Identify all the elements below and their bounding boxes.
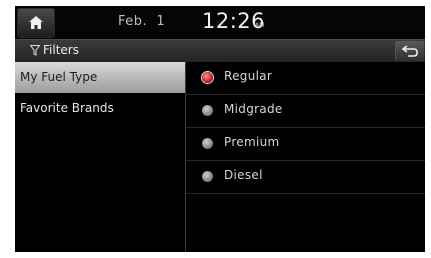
- option-premium[interactable]: Premium: [186, 128, 425, 161]
- back-button[interactable]: [395, 41, 424, 61]
- fuel-type-options: Regular Midgrade Premium Diesel: [186, 62, 425, 252]
- filter-menu: My Fuel Type Favorite Brands: [15, 62, 186, 252]
- radio-unselected-icon: [202, 171, 213, 182]
- clock-display: 12:26: [202, 9, 266, 33]
- option-label: Premium: [224, 135, 280, 149]
- option-diesel[interactable]: Diesel: [186, 161, 425, 194]
- page-title: Filters: [43, 43, 79, 57]
- option-label: Midgrade: [224, 102, 283, 116]
- title-bar: Filters: [15, 39, 425, 62]
- option-label: Diesel: [224, 168, 263, 182]
- home-button[interactable]: [17, 8, 55, 38]
- date-display: Feb. 1: [118, 14, 166, 29]
- filter-icon: [30, 45, 40, 56]
- option-label: Regular: [224, 69, 273, 83]
- radio-selected-icon: [202, 72, 213, 83]
- option-midgrade[interactable]: Midgrade: [186, 95, 425, 128]
- menu-item-favorite-brands[interactable]: Favorite Brands: [15, 93, 185, 124]
- radio-unselected-icon: [202, 138, 213, 149]
- radio-unselected-icon: [202, 105, 213, 116]
- option-regular[interactable]: Regular: [186, 62, 425, 95]
- menu-item-my-fuel-type[interactable]: My Fuel Type: [15, 62, 185, 93]
- back-arrow-icon: [402, 45, 418, 57]
- home-icon: [29, 16, 43, 29]
- ampm-indicator: AM: [255, 22, 265, 29]
- head-unit-screen: Feb. 1 12:26 AM Filters My Fuel Type Fav…: [15, 6, 425, 252]
- status-bar: Feb. 1 12:26 AM: [15, 6, 425, 39]
